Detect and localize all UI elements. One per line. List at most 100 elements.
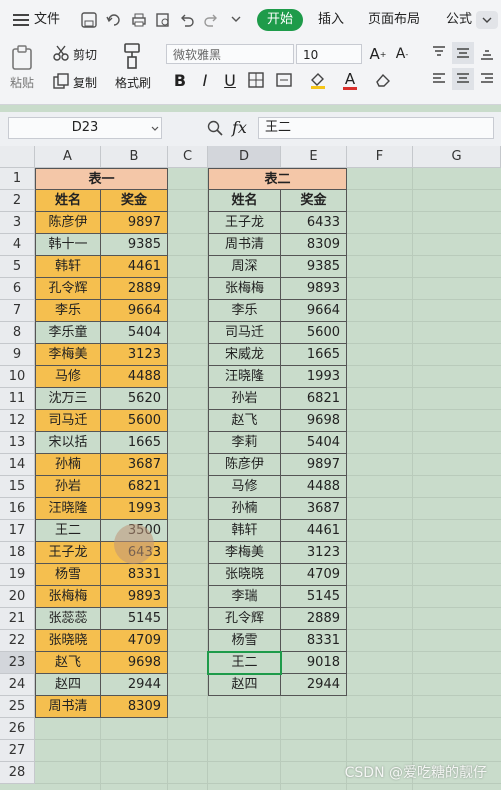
italic-button[interactable]: I	[195, 70, 215, 90]
table-cell-name[interactable]: 周书清	[35, 696, 101, 718]
table-cell-name[interactable]: 赵四	[35, 674, 101, 696]
table-cell-amount[interactable]: 3123	[281, 542, 347, 564]
table-cell-amount[interactable]: 3123	[101, 344, 168, 366]
align-top-icon[interactable]	[430, 44, 448, 62]
row-header-24[interactable]: 24	[0, 674, 35, 696]
row-header-27[interactable]: 27	[0, 740, 35, 762]
align-center-icon[interactable]	[452, 68, 474, 90]
border-icon[interactable]	[246, 71, 266, 89]
row-header-12[interactable]: 12	[0, 410, 35, 432]
chevron-down-icon[interactable]	[230, 13, 242, 25]
table-cell-amount[interactable]: 9893	[101, 586, 168, 608]
row-header-5[interactable]: 5	[0, 256, 35, 278]
align-left-icon[interactable]	[430, 70, 448, 88]
name-box[interactable]: D23	[8, 117, 162, 139]
font-color-icon[interactable]: A	[340, 69, 360, 91]
font-size-select[interactable]: 10	[296, 44, 362, 64]
merge-cells-icon[interactable]	[274, 71, 294, 89]
paste-button[interactable]: 粘贴	[10, 74, 34, 91]
table-cell-amount[interactable]: 1665	[101, 432, 168, 454]
format-painter-icon[interactable]	[120, 42, 144, 70]
row-header-7[interactable]: 7	[0, 300, 35, 322]
table-cell-amount[interactable]: 8331	[101, 564, 168, 586]
table-cell-amount[interactable]: 5600	[101, 410, 168, 432]
undo-icon[interactable]	[178, 11, 196, 29]
row-header-13[interactable]: 13	[0, 432, 35, 454]
table-cell-name[interactable]: 王二	[35, 520, 101, 542]
table-cell-name[interactable]: 李乐	[208, 300, 281, 322]
save-icon[interactable]	[80, 11, 98, 29]
table-cell-name[interactable]: 张梅梅	[35, 586, 101, 608]
row-header-22[interactable]: 22	[0, 630, 35, 652]
table-cell-name[interactable]: 李莉	[208, 432, 281, 454]
row-header-15[interactable]: 15	[0, 476, 35, 498]
table-cell-name[interactable]: 李乐	[35, 300, 101, 322]
print-preview-icon[interactable]	[154, 11, 172, 29]
row-header-9[interactable]: 9	[0, 344, 35, 366]
tab-formulas[interactable]: 公式	[446, 10, 476, 30]
select-all-corner[interactable]	[0, 146, 35, 168]
table-cell-amount[interactable]: 1993	[101, 498, 168, 520]
table-cell-amount[interactable]: 4709	[101, 630, 168, 652]
table-cell-name[interactable]: 司马迁	[35, 410, 101, 432]
table-cell-amount[interactable]: 1665	[281, 344, 347, 366]
table-title-cell[interactable]: 表一	[35, 168, 168, 190]
decrease-font-icon[interactable]: A-	[392, 44, 412, 64]
table-cell-name[interactable]: 赵飞	[35, 652, 101, 674]
row-header-2[interactable]: 2	[0, 190, 35, 212]
table-cell-amount[interactable]: 4461	[281, 520, 347, 542]
row-header-26[interactable]: 26	[0, 718, 35, 740]
bold-button[interactable]: B	[170, 70, 190, 90]
table-header-amount[interactable]: 奖金	[281, 190, 347, 212]
formula-input[interactable]: 王二	[258, 117, 494, 139]
table-cell-name[interactable]: 孔令辉	[35, 278, 101, 300]
table-header-name[interactable]: 姓名	[208, 190, 281, 212]
table-title-cell[interactable]: 表二	[208, 168, 347, 190]
table-header-amount[interactable]: 奖金	[101, 190, 168, 212]
table-cell-amount[interactable]: 5145	[281, 586, 347, 608]
table-cell-amount[interactable]: 5404	[101, 322, 168, 344]
table-cell-name[interactable]: 张蕊蕊	[35, 608, 101, 630]
table-cell-amount[interactable]: 2889	[281, 608, 347, 630]
more-icon[interactable]	[476, 11, 498, 29]
table-cell-amount[interactable]: 6821	[281, 388, 347, 410]
column-header-b[interactable]: B	[101, 146, 168, 168]
row-header-23[interactable]: 23	[0, 652, 35, 674]
table-cell-amount[interactable]: 1993	[281, 366, 347, 388]
increase-font-icon[interactable]: A +	[368, 44, 388, 64]
row-header-21[interactable]: 21	[0, 608, 35, 630]
table-cell-amount[interactable]: 9664	[281, 300, 347, 322]
table-cell-name[interactable]: 李乐童	[35, 322, 101, 344]
table-cell-amount[interactable]: 4488	[281, 476, 347, 498]
table-cell-name[interactable]: 宋以括	[35, 432, 101, 454]
table-cell-name[interactable]: 张晓晓	[208, 564, 281, 586]
tab-page-layout[interactable]: 页面布局	[368, 10, 420, 30]
table-cell-amount[interactable]: 3687	[281, 498, 347, 520]
table-cell-amount[interactable]: 8309	[281, 234, 347, 256]
table-cell-name[interactable]: 赵飞	[208, 410, 281, 432]
row-header-1[interactable]: 1	[0, 168, 35, 190]
table-cell-amount[interactable]: 3687	[101, 454, 168, 476]
table-cell-name[interactable]: 孔令辉	[208, 608, 281, 630]
table-cell-name[interactable]: 李梅美	[35, 344, 101, 366]
table-cell-amount[interactable]: 2944	[281, 674, 347, 696]
column-header-a[interactable]: A	[35, 146, 101, 168]
table-cell-amount[interactable]: 5600	[281, 322, 347, 344]
row-header-6[interactable]: 6	[0, 278, 35, 300]
column-header-f[interactable]: F	[347, 146, 413, 168]
table-cell-name[interactable]: 张梅梅	[208, 278, 281, 300]
spreadsheet-grid[interactable]: A B C D E F G 1 2 3 4 5 6 7 8 9 10 11 12 13 14 15 16 17 18 19 20 21…	[0, 146, 501, 790]
row-header-10[interactable]: 10	[0, 366, 35, 388]
table-cell-amount[interactable]: 5145	[101, 608, 168, 630]
table-cell-amount[interactable]: 8331	[281, 630, 347, 652]
table-cell-name[interactable]: 司马迁	[208, 322, 281, 344]
row-header-28[interactable]: 28	[0, 762, 35, 784]
table-cell-name[interactable]: 孙岩	[208, 388, 281, 410]
table-cell-name[interactable]: 马修	[208, 476, 281, 498]
table-cell-name[interactable]: 韩轩	[208, 520, 281, 542]
align-bottom-icon[interactable]	[478, 44, 496, 62]
table-cell-amount[interactable]: 9385	[101, 234, 168, 256]
column-header-g[interactable]: G	[413, 146, 501, 168]
redo-icon[interactable]	[202, 11, 220, 29]
row-header-25[interactable]: 25	[0, 696, 35, 718]
